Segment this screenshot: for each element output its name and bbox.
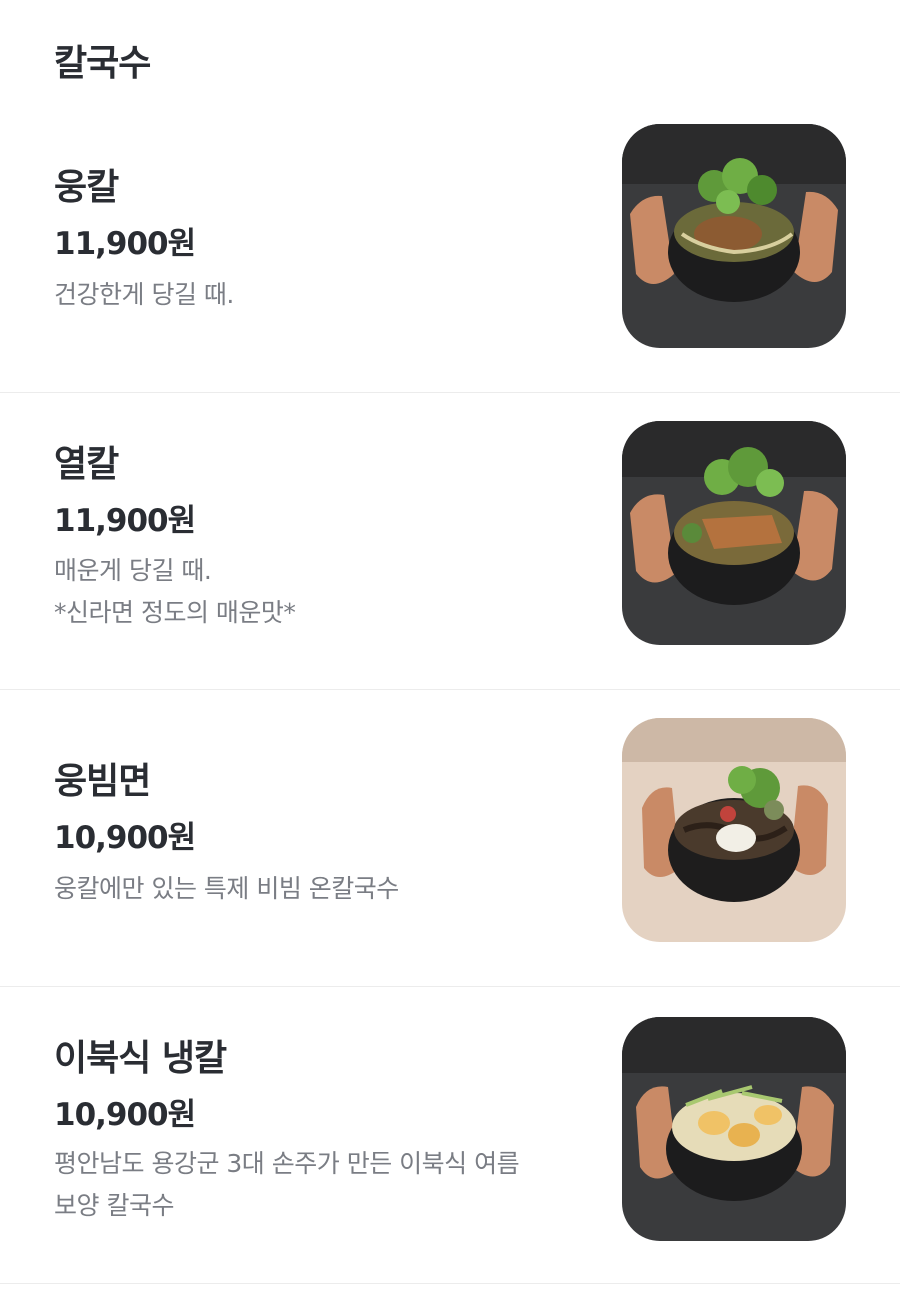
bowl-spicy-meat-photo <box>622 421 846 645</box>
menu-item-photo[interactable] <box>622 1017 846 1241</box>
menu-item-description-line: 보양 칼국수 <box>54 1191 174 1220</box>
menu-item-description-line: 매운게 당길 때. <box>54 556 212 585</box>
bowl-bibim-noodle-photo <box>622 718 846 942</box>
menu-item-ibuksik-naengkal[interactable]: 이북식 냉칼 10,900원 평안남도 용강군 3대 손주가 만든 이북식 여름… <box>0 987 900 1284</box>
menu-item-photo[interactable] <box>622 421 846 645</box>
menu-item-description: 평안남도 용강군 3대 손주가 만든 이북식 여름 보양 칼국수 <box>54 1143 594 1227</box>
bowl-cold-egg-noodle-photo <box>622 1017 846 1241</box>
menu-item-price: 10,900원 <box>54 820 196 856</box>
menu-item-ungbimmyeon[interactable]: 웅빔면 10,900원 웅칼에만 있는 특제 비빔 온칼국수 <box>0 690 900 987</box>
menu-item-photo[interactable] <box>622 718 846 942</box>
menu-item-photo[interactable] <box>622 124 846 348</box>
menu-item-yeolkal[interactable]: 열칼 11,900원 매운게 당길 때. *신라면 정도의 매운맛* <box>0 393 900 690</box>
menu-item-name: 이북식 냉칼 <box>54 1038 227 1079</box>
menu-item-description: 매운게 당길 때. *신라면 정도의 매운맛* <box>54 550 594 634</box>
menu-item-name: 웅칼 <box>54 167 119 208</box>
section-title: 칼국수 <box>54 43 151 84</box>
menu-item-description: 웅칼에만 있는 특제 비빔 온칼국수 <box>54 868 594 910</box>
menu-item-ungkal[interactable]: 웅칼 11,900원 건강한게 당길 때. <box>0 96 900 393</box>
menu-item-description-line: 웅칼에만 있는 특제 비빔 온칼국수 <box>54 874 399 903</box>
menu-page: 칼국수 웅칼 11,900원 건강한게 당길 때. 열칼 11,900원 매운게… <box>0 0 900 1304</box>
menu-item-price: 11,900원 <box>54 226 196 262</box>
menu-item-description-line: 건강한게 당길 때. <box>54 280 234 309</box>
menu-item-description-line: 평안남도 용강군 3대 손주가 만든 이북식 여름 <box>54 1149 520 1178</box>
menu-item-description-line: *신라면 정도의 매운맛* <box>54 598 296 627</box>
menu-item-price: 10,900원 <box>54 1097 196 1133</box>
menu-item-price: 11,900원 <box>54 503 196 539</box>
menu-item-description: 건강한게 당길 때. <box>54 274 594 316</box>
bowl-herb-broth-photo <box>622 124 846 348</box>
menu-item-name: 열칼 <box>54 444 119 485</box>
menu-item-name: 웅빔면 <box>54 761 151 802</box>
